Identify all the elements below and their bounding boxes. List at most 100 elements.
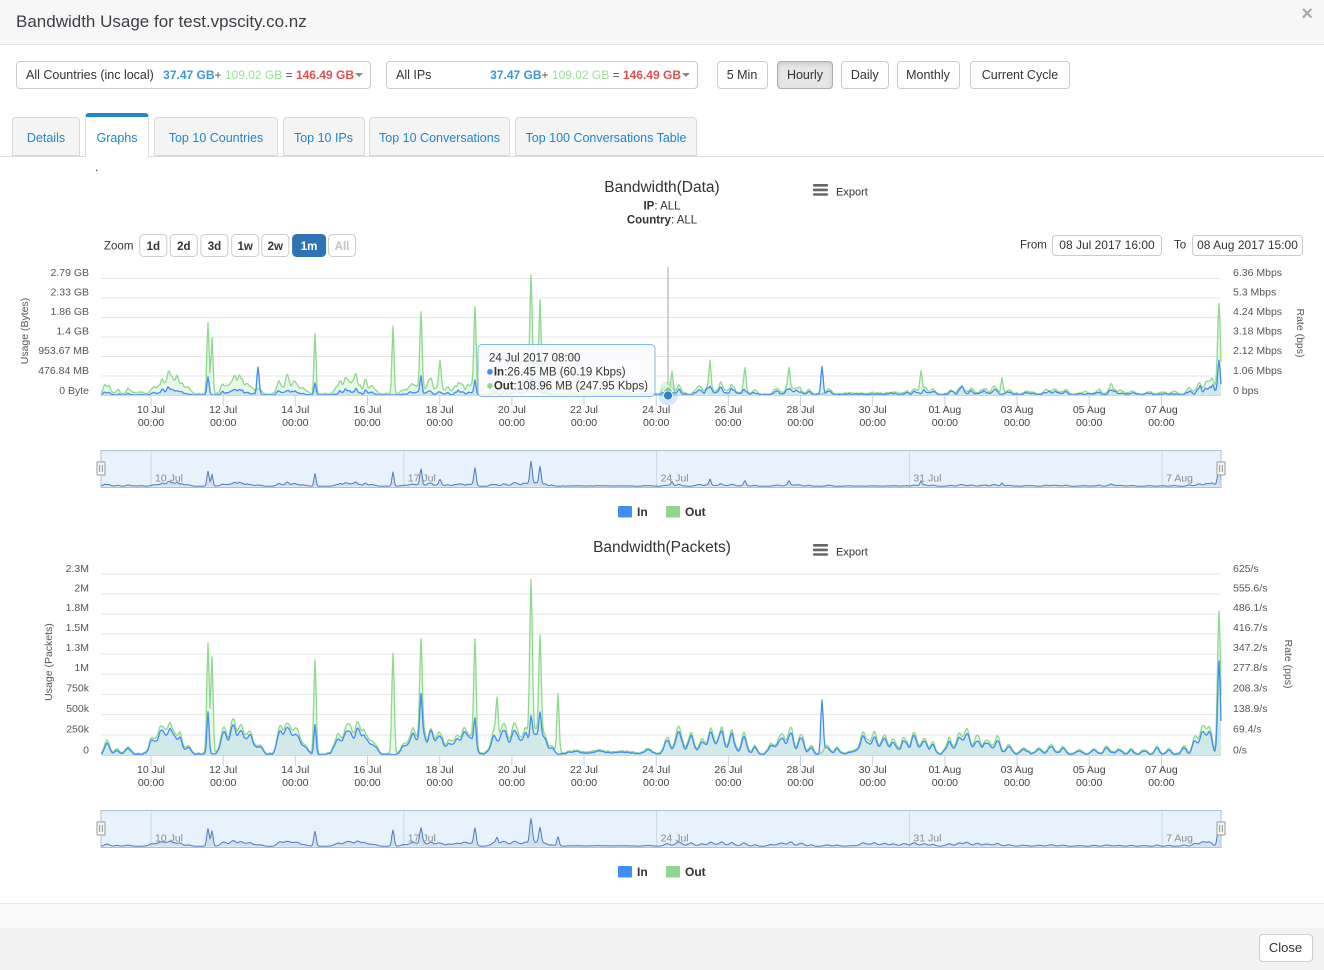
svg-text:00:00: 00:00 [643, 777, 669, 789]
svg-text:Bandwidth(Packets): Bandwidth(Packets) [593, 539, 731, 556]
svg-text:00:00: 00:00 [932, 417, 958, 429]
svg-text:138.9/s: 138.9/s [1233, 703, 1267, 715]
svg-text:17 Jul: 17 Jul [408, 473, 436, 485]
svg-text:486.1/s: 486.1/s [1233, 602, 1267, 614]
svg-text:00:00: 00:00 [1076, 417, 1102, 429]
svg-text:IP: ALL: IP: ALL [643, 201, 681, 213]
svg-text:31 Jul: 31 Jul [913, 473, 941, 485]
svg-text:00:00: 00:00 [715, 777, 741, 789]
svg-text:250k: 250k [66, 724, 90, 736]
svg-text:00:00: 00:00 [1148, 417, 1174, 429]
svg-text:6.36 Mbps: 6.36 Mbps [1233, 267, 1282, 279]
svg-text:30 Jul: 30 Jul [859, 764, 887, 776]
svg-text:24 Jul 2017 08:00: 24 Jul 2017 08:00 [489, 353, 580, 365]
svg-text:00:00: 00:00 [932, 777, 958, 789]
svg-text:22 Jul: 22 Jul [570, 404, 598, 416]
svg-text:0 Byte: 0 Byte [59, 385, 89, 397]
svg-text:Zoom: Zoom [104, 241, 133, 253]
svg-text:1.8M: 1.8M [66, 602, 89, 614]
svg-text:01 Aug: 01 Aug [929, 764, 962, 776]
svg-text:00:00: 00:00 [1076, 777, 1102, 789]
svg-text:03 Aug: 03 Aug [1001, 404, 1034, 416]
svg-text:07 Aug: 07 Aug [1145, 764, 1178, 776]
svg-text:4.24 Mbps: 4.24 Mbps [1233, 306, 1282, 318]
svg-text:●Out:108.96 MB (247.95 Kbps): ●Out:108.96 MB (247.95 Kbps) [486, 378, 648, 393]
svg-text:00:00: 00:00 [210, 777, 236, 789]
svg-text:00:00: 00:00 [138, 417, 164, 429]
svg-text:208.3/s: 208.3/s [1233, 683, 1267, 695]
svg-text:26 Jul: 26 Jul [714, 764, 742, 776]
svg-text:Bandwidth(Data): Bandwidth(Data) [604, 179, 719, 196]
svg-text:08 Aug 2017 15:00: 08 Aug 2017 15:00 [1197, 238, 1298, 252]
svg-text:From: From [1020, 240, 1047, 252]
svg-text:2.33 GB: 2.33 GB [50, 287, 89, 299]
svg-text:10 Jul: 10 Jul [155, 833, 183, 845]
svg-text:2w: 2w [268, 241, 283, 253]
svg-text:Usage (Packets): Usage (Packets) [43, 623, 55, 701]
svg-text:00:00: 00:00 [643, 417, 669, 429]
svg-text:7 Aug: 7 Aug [1166, 833, 1193, 845]
svg-text:28 Jul: 28 Jul [786, 404, 814, 416]
svg-text:416.7/s: 416.7/s [1233, 622, 1267, 634]
svg-text:0: 0 [83, 744, 89, 756]
svg-text:2M: 2M [74, 582, 89, 594]
svg-text:Usage (Bytes): Usage (Bytes) [19, 298, 31, 365]
svg-text:1w: 1w [238, 241, 253, 253]
svg-text:1M: 1M [74, 662, 89, 674]
svg-text:18 Jul: 18 Jul [426, 404, 454, 416]
svg-text:2d: 2d [177, 241, 190, 253]
svg-text:Export: Export [836, 547, 868, 559]
svg-text:347.2/s: 347.2/s [1233, 642, 1267, 654]
svg-text:69.4/s: 69.4/s [1233, 724, 1262, 736]
svg-text:00:00: 00:00 [354, 417, 380, 429]
svg-text:00:00: 00:00 [1004, 777, 1030, 789]
svg-text:750k: 750k [66, 683, 90, 695]
svg-text:10 Jul: 10 Jul [137, 404, 165, 416]
svg-text:24 Jul: 24 Jul [642, 404, 670, 416]
svg-text:00:00: 00:00 [427, 777, 453, 789]
svg-text:17 Jul: 17 Jul [408, 833, 436, 845]
svg-text:03 Aug: 03 Aug [1001, 764, 1034, 776]
svg-text:14 Jul: 14 Jul [281, 404, 309, 416]
svg-text:00:00: 00:00 [787, 777, 813, 789]
svg-text:500k: 500k [66, 703, 90, 715]
svg-text:7 Aug: 7 Aug [1166, 473, 1193, 485]
svg-text:30 Jul: 30 Jul [859, 404, 887, 416]
svg-text:14 Jul: 14 Jul [281, 764, 309, 776]
svg-text:3.18 Mbps: 3.18 Mbps [1233, 326, 1282, 338]
svg-text:In: In [637, 865, 648, 879]
svg-text:05 Aug: 05 Aug [1073, 404, 1106, 416]
svg-text:1d: 1d [147, 241, 160, 253]
svg-text:16 Jul: 16 Jul [353, 764, 381, 776]
svg-text:953.67 MB: 953.67 MB [38, 345, 89, 357]
svg-text:20 Jul: 20 Jul [498, 404, 526, 416]
svg-text:00:00: 00:00 [1148, 777, 1174, 789]
svg-text:Out: Out [685, 865, 706, 879]
svg-text:18 Jul: 18 Jul [426, 764, 454, 776]
svg-text:1.06 Mbps: 1.06 Mbps [1233, 365, 1282, 377]
svg-text:12 Jul: 12 Jul [209, 404, 237, 416]
svg-text:08 Jul 2017 16:00: 08 Jul 2017 16:00 [1059, 238, 1155, 252]
svg-text:2.79 GB: 2.79 GB [50, 267, 89, 279]
svg-text:●In:26.45 MB (60.19 Kbps): ●In:26.45 MB (60.19 Kbps) [486, 364, 626, 379]
svg-text:In: In [637, 505, 648, 519]
svg-text:1.86 GB: 1.86 GB [50, 306, 89, 318]
svg-text:00:00: 00:00 [1004, 417, 1030, 429]
svg-text:0 bps: 0 bps [1233, 385, 1259, 397]
svg-text:00:00: 00:00 [499, 417, 525, 429]
svg-text:Rate (bps): Rate (bps) [1294, 308, 1306, 357]
svg-text:00:00: 00:00 [860, 777, 886, 789]
svg-text:05 Aug: 05 Aug [1073, 764, 1106, 776]
svg-text:Out: Out [685, 505, 706, 519]
svg-text:10 Jul: 10 Jul [155, 473, 183, 485]
svg-text:625/s: 625/s [1233, 563, 1259, 575]
svg-text:00:00: 00:00 [787, 417, 813, 429]
svg-text:277.8/s: 277.8/s [1233, 662, 1267, 674]
svg-text:1.5M: 1.5M [66, 622, 89, 634]
svg-text:16 Jul: 16 Jul [353, 404, 381, 416]
svg-text:10 Jul: 10 Jul [137, 764, 165, 776]
svg-text:476.84 MB: 476.84 MB [38, 365, 89, 377]
svg-text:07 Aug: 07 Aug [1145, 404, 1178, 416]
svg-text:0/s: 0/s [1233, 744, 1247, 756]
svg-text:Rate (pps): Rate (pps) [1282, 639, 1294, 688]
